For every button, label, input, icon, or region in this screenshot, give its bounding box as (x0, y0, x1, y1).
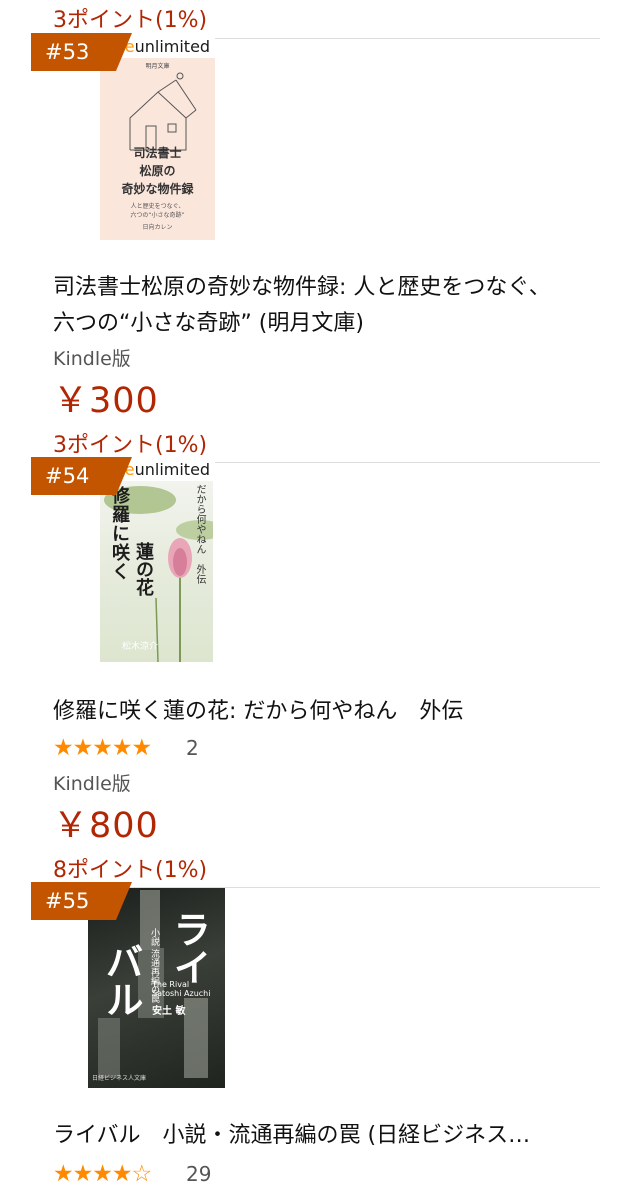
format-label: Kindle版 (53, 773, 131, 795)
rank-badge: #55 (31, 882, 132, 920)
book-title-link[interactable]: 司法書士松原の奇妙な物件録: 人と歴史をつなぐ、 六つの“小さな奇跡” (明月文… (53, 270, 593, 342)
points-label: 3ポイント(1%) (53, 433, 208, 458)
price: ￥300 (53, 381, 159, 421)
rank-badge: #54 (31, 457, 132, 495)
price: ￥800 (53, 806, 159, 846)
book-title-link[interactable]: ライバル 小説・流通再編の罠 (日経ビジネス… (53, 1118, 593, 1154)
rating-count[interactable]: 2 (186, 735, 199, 761)
book-cover[interactable]: 修羅に咲く 蓮の花 だから何やねん 外伝 松木涼介 (100, 478, 213, 662)
star-rating-icon[interactable]: ★★★★☆ (53, 1161, 152, 1187)
points-label: 8ポイント(1%) (53, 858, 208, 883)
rating-count[interactable]: 29 (186, 1161, 211, 1187)
rank-badge: #53 (31, 33, 132, 71)
format-label: Kindle版 (53, 348, 131, 370)
points-label: 3ポイント(1%) (53, 8, 208, 33)
book-title-link[interactable]: 修羅に咲く蓮の花: だから何やねん 外伝 (53, 694, 593, 730)
book-cover[interactable]: 明月文庫 司法書士 松原の 奇妙な物件録 人と歴史をつなぐ、 六つの“小さな奇跡… (100, 56, 215, 240)
star-rating-icon[interactable]: ★★★★★ (53, 735, 152, 761)
